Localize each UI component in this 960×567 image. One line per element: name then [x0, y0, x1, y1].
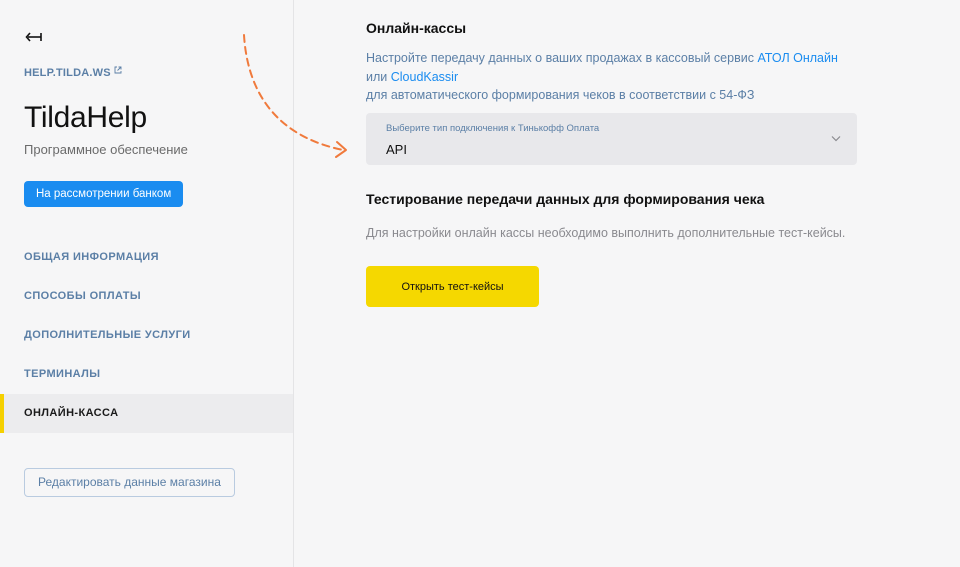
cloudkassir-link[interactable]: CloudKassir: [391, 70, 458, 84]
edit-shop-button[interactable]: Редактировать данные магазина: [24, 468, 235, 497]
shop-subtitle: Программное обеспечение: [24, 142, 188, 157]
open-test-cases-button[interactable]: Открыть тест-кейсы: [366, 266, 539, 307]
sidebar: HELP.TILDA.WS TildaHelp Программное обес…: [0, 0, 294, 567]
desc-suffix: для автоматического формирования чеков в…: [366, 88, 755, 102]
connection-type-value: API: [386, 142, 407, 157]
atol-link[interactable]: АТОЛ Онлайн: [757, 51, 837, 65]
site-link-label: HELP.TILDA.WS: [24, 67, 111, 79]
online-kassa-description: Настройте передачу данных о ваших продаж…: [366, 49, 886, 105]
status-badge[interactable]: На рассмотрении банком: [24, 181, 184, 207]
site-link[interactable]: HELP.TILDA.WS: [24, 66, 122, 79]
chevron-down-icon: [831, 136, 841, 142]
app-root: HELP.TILDA.WS TildaHelp Программное обес…: [0, 0, 960, 567]
shop-title: TildaHelp: [24, 101, 147, 134]
desc-or: или: [366, 69, 391, 84]
desc-prefix: Настройте передачу данных о ваших продаж…: [366, 51, 758, 65]
back-arrow-icon[interactable]: [24, 29, 44, 45]
testing-title: Тестирование передачи данных для формиро…: [366, 191, 765, 207]
sidebar-nav: Общая информация Способы оплаты Дополнит…: [0, 238, 293, 433]
nav-item-online-kassa[interactable]: Онлайн-касса: [0, 394, 293, 433]
nav-item-general-info[interactable]: Общая информация: [0, 238, 293, 277]
testing-description: Для настройки онлайн кассы необходимо вы…: [366, 226, 846, 240]
external-link-icon: [114, 66, 122, 74]
nav-item-terminals[interactable]: Терминалы: [0, 355, 293, 394]
connection-type-label: Выберите тип подключения к Тинькофф Опла…: [386, 123, 600, 134]
connection-type-select[interactable]: Выберите тип подключения к Тинькофф Опла…: [366, 113, 857, 165]
main-content: Онлайн-кассы Настройте передачу данных о…: [295, 0, 960, 567]
nav-item-additional-services[interactable]: Дополнительные услуги: [0, 316, 293, 355]
nav-item-payment-methods[interactable]: Способы оплаты: [0, 277, 293, 316]
online-kassa-title: Онлайн-кассы: [366, 20, 467, 36]
